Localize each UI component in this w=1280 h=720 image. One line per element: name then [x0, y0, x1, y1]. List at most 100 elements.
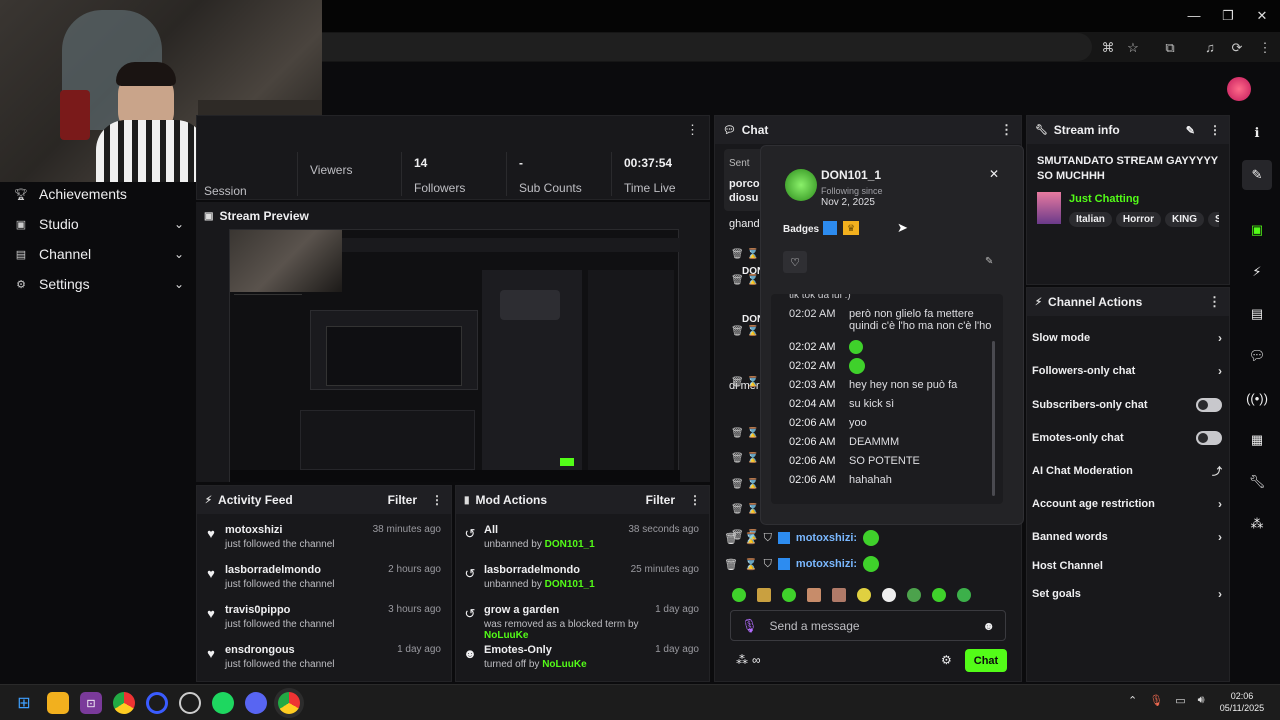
chrome-icon[interactable] [113, 692, 135, 714]
users-icon[interactable]: ⁂ [736, 653, 748, 667]
timeout-icon[interactable]: ⌛ [744, 558, 758, 571]
set-goals-action[interactable]: Set goals › [1032, 577, 1222, 610]
media-icon[interactable]: ♫ [1201, 39, 1219, 57]
bolt-icon[interactable]: ⚡︎ [1242, 257, 1272, 287]
account-age-action[interactable]: Account age restriction › [1032, 487, 1222, 520]
nav-item-studio[interactable]: ▣ Studio ⌄ [14, 210, 184, 238]
ai-moderation-action[interactable]: AI Chat Moderation ⤴ [1032, 454, 1222, 487]
file-explorer-icon[interactable] [47, 692, 69, 714]
activity-more-icon[interactable]: ⋮ [431, 493, 443, 507]
close-icon[interactable]: ✕ [989, 167, 999, 181]
edit-icon[interactable]: ✎ [1242, 160, 1272, 190]
emote-icon[interactable] [907, 588, 921, 602]
category-link[interactable]: Just Chatting [1069, 193, 1139, 205]
emote-icon[interactable] [857, 588, 871, 602]
emote-icon[interactable] [957, 588, 971, 602]
system-tray[interactable]: ⌃ 🎙︎ ▭ 🔊︎ [1128, 694, 1205, 707]
more-icon[interactable]: ⋮ [1256, 39, 1274, 57]
wrench-icon: 🔧︎ [1035, 124, 1048, 136]
scrollbar[interactable] [992, 341, 995, 496]
translate-icon[interactable]: ⌘ [1099, 39, 1117, 57]
channel-actions-more-icon[interactable]: ⋮ [1208, 294, 1221, 310]
studio-icon: ▣ [15, 218, 27, 231]
emote-icon[interactable] [882, 588, 896, 602]
mod-filter-button[interactable]: Filter [646, 493, 675, 507]
stream-preview-video[interactable] [229, 229, 680, 482]
bolt-icon: ⚡︎ [1035, 296, 1043, 308]
chevron-down-icon: ⌄ [173, 247, 184, 261]
chat-more-icon[interactable]: ⋮ [1000, 122, 1013, 138]
discord-icon[interactable] [245, 692, 267, 714]
emote-icon[interactable] [757, 588, 771, 602]
follow-heart-button[interactable]: ♡ [783, 251, 807, 273]
emote-icon[interactable] [932, 588, 946, 602]
mouse-cursor-icon: ➤ [897, 220, 908, 235]
session-more-icon[interactable]: ⋮ [686, 122, 699, 138]
chat-icon[interactable]: 💬︎ [1242, 341, 1272, 371]
wrench-icon[interactable]: 🔧︎ [1242, 467, 1272, 497]
profile-sync-icon[interactable]: ⟳ [1228, 39, 1246, 57]
document-icon[interactable]: ▤ [1242, 299, 1272, 329]
chat-input[interactable]: 🎙︎ Send a message ☻ [730, 610, 1006, 641]
camera-icon[interactable]: ▣ [1242, 215, 1272, 245]
mute-icon[interactable]: ✎ [985, 256, 993, 267]
star-icon[interactable]: ☆ [1124, 39, 1142, 57]
app-icon[interactable]: ⊡ [80, 692, 102, 714]
chrome-active-icon[interactable] [278, 692, 300, 714]
activity-filter-button[interactable]: Filter [388, 493, 417, 507]
layout-icon[interactable]: ▦ [1242, 425, 1272, 455]
nav-item-channel[interactable]: ▤ Channel ⌄ [14, 240, 184, 268]
list-item: ♥ ensdrongous just followed the channel 1… [197, 640, 451, 680]
emote-icon[interactable] [807, 588, 821, 602]
apps-icon[interactable]: ⁂ [1242, 509, 1272, 539]
clock[interactable]: 02:06 05/11/2025 [1216, 690, 1268, 714]
emotes-only-toggle[interactable] [1196, 430, 1222, 445]
delete-icon[interactable]: 🗑︎ [724, 532, 738, 545]
category-thumbnail [1037, 192, 1061, 224]
nav-item-settings[interactable]: ⚙ Settings ⌄ [14, 270, 184, 298]
nav-item-achievements[interactable]: 🏆︎ Achievements [14, 180, 184, 208]
microphone-icon[interactable]: 🎙︎ [1149, 694, 1163, 707]
info-icon[interactable]: ℹ [1242, 118, 1272, 148]
obs-icon[interactable] [179, 692, 201, 714]
send-chat-button[interactable]: Chat [965, 649, 1007, 672]
timeout-icon[interactable]: ⌛ [744, 532, 758, 545]
minimize-button[interactable]: — [1184, 6, 1204, 26]
list-item: ↺ grow a garden was removed as a blocked … [456, 600, 709, 641]
stream-info-more-icon[interactable]: ⋮ [1209, 123, 1221, 137]
edit-icon[interactable]: ✎ [1186, 124, 1195, 137]
popup-username[interactable]: DON101_1 [821, 168, 881, 182]
browser-icon[interactable] [146, 692, 168, 714]
stream-title: SMUTANDATO STREAM GAYYYYY SO MUCHHH [1037, 155, 1218, 182]
chat-settings-icon[interactable]: ⚙ [941, 653, 952, 667]
mod-tools-column[interactable]: 🗑︎ ⌛ 🗑︎ ⌛ 🗑︎ ⌛ 🗑︎ ⌛ 🗑︎ ⌛ 🗑︎ ⌛ 🗑︎ ⌛ 🗑︎ ⌛ 🗑︎ ⌛ [731, 242, 761, 548]
emote-icon[interactable] [832, 588, 846, 602]
list-item: ☻ Emotes-Only turned off by NoLuuKe 1 day… [456, 640, 709, 680]
list-item: ♥ travis0pippo just followed the channel … [197, 600, 451, 640]
maximize-button[interactable]: ❐ [1218, 6, 1238, 26]
emote-icon[interactable] [732, 588, 746, 602]
message-line: 02:03 AM hey hey non se può fa [789, 378, 958, 391]
chevron-up-icon[interactable]: ⌃ [1128, 694, 1137, 707]
slow-mode-action[interactable]: Slow mode › [1032, 321, 1222, 354]
close-window-button[interactable]: ✕ [1252, 6, 1272, 26]
broadcast-icon[interactable]: ((•)) [1242, 383, 1272, 413]
mod-more-icon[interactable]: ⋮ [689, 493, 701, 507]
mod-actions-title: Mod Actions [475, 493, 548, 507]
windows-start-icon[interactable]: ⊞ [13, 692, 35, 714]
extensions-icon[interactable]: ⧉ [1161, 39, 1179, 57]
network-icon[interactable]: ▭ [1175, 694, 1185, 707]
volume-icon[interactable]: 🔊︎ [1198, 694, 1205, 707]
followers-only-action[interactable]: Followers-only chat › [1032, 354, 1222, 387]
spotify-icon[interactable] [212, 692, 234, 714]
subscribers-only-toggle[interactable] [1196, 397, 1222, 412]
address-bar[interactable] [322, 33, 1092, 61]
emoji-icon[interactable]: ☻ [982, 619, 995, 633]
avatar[interactable] [1227, 77, 1251, 101]
delete-icon[interactable]: 🗑︎ [724, 558, 738, 571]
emote-icon[interactable] [782, 588, 796, 602]
shield-icon: ⛉ [763, 531, 772, 544]
chevron-right-icon: › [1218, 496, 1222, 511]
microphone-icon[interactable]: 🎙︎ [741, 618, 758, 634]
preview-icon: ▣ [204, 210, 214, 222]
